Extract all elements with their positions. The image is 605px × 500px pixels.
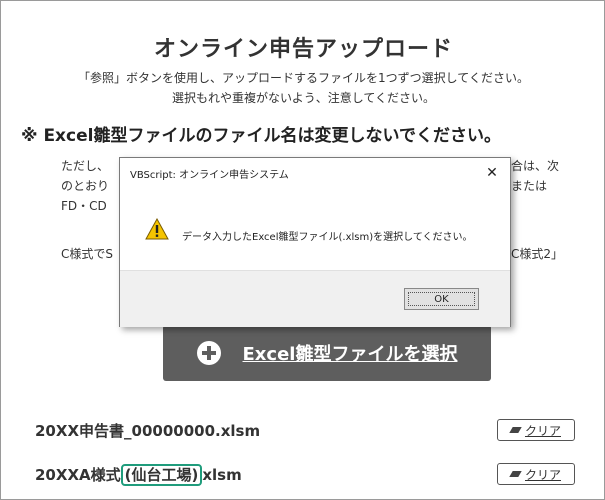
dialog-message: データ入力したExcel雛型ファイル(.xlsm)を選択してください。: [182, 232, 473, 243]
dialog-titlebar[interactable]: VBScript: オンライン申告システム ✕: [120, 158, 510, 188]
ok-button[interactable]: OK: [404, 288, 479, 310]
dialog-body: データ入力したExcel雛型ファイル(.xlsm)を選択してください。: [120, 188, 510, 270]
file-row: 20XX申告書_00000000.xlsm クリア: [35, 415, 575, 445]
vbscript-message-dialog: VBScript: オンライン申告システム ✕ データ入力したExcel雛型ファ…: [119, 157, 511, 327]
plus-circle-icon: [196, 341, 221, 365]
warning-icon: [145, 218, 169, 240]
instruction-line-2: 選択もれや重複がないよう、注意してください。: [171, 91, 436, 105]
body-text-right-1: 合は、次: [511, 159, 560, 173]
close-icon[interactable]: ✕: [482, 164, 502, 182]
body-text-right-2: または: [511, 179, 548, 193]
body-text-line-4: C様式でS: [61, 247, 113, 261]
file-name: 20XXA様式 (仙台工場) xlsm: [35, 463, 242, 486]
select-button-label: Excel雛型ファイルを選択: [242, 344, 458, 365]
focus-ring: [408, 292, 475, 306]
page-title: オンライン申告アップロード: [153, 37, 453, 62]
dialog-footer: OK: [120, 270, 510, 327]
body-text-line-3: FD・CD: [61, 199, 107, 213]
body-text-line-2: のとおり: [61, 179, 110, 193]
file-row: 20XXA様式 (仙台工場) xlsm クリア: [35, 459, 575, 489]
clear-button-label: クリア: [524, 423, 561, 438]
eraser-icon: [509, 427, 522, 433]
eraser-icon: [509, 471, 522, 477]
instruction-line-1: 「参照」ボタンを使用し、アップロードするファイルを1つずつ選択してください。: [78, 71, 529, 85]
clear-button-label: クリア: [524, 467, 561, 482]
select-excel-file-button[interactable]: Excel雛型ファイルを選択: [163, 325, 491, 381]
dialog-title: VBScript: オンライン申告システム: [130, 169, 289, 181]
highlighted-filename-part: (仙台工場): [120, 463, 203, 486]
filename-warning: ※ Excel雛型ファイルのファイル名は変更しないでください。: [21, 126, 501, 146]
clear-button[interactable]: クリア: [497, 419, 575, 441]
clear-button[interactable]: クリア: [497, 463, 575, 485]
body-text-line-1: ただし、: [61, 159, 110, 173]
file-name: 20XX申告書_00000000.xlsm: [35, 421, 261, 440]
body-text-right-4: C様式2」: [511, 247, 564, 261]
